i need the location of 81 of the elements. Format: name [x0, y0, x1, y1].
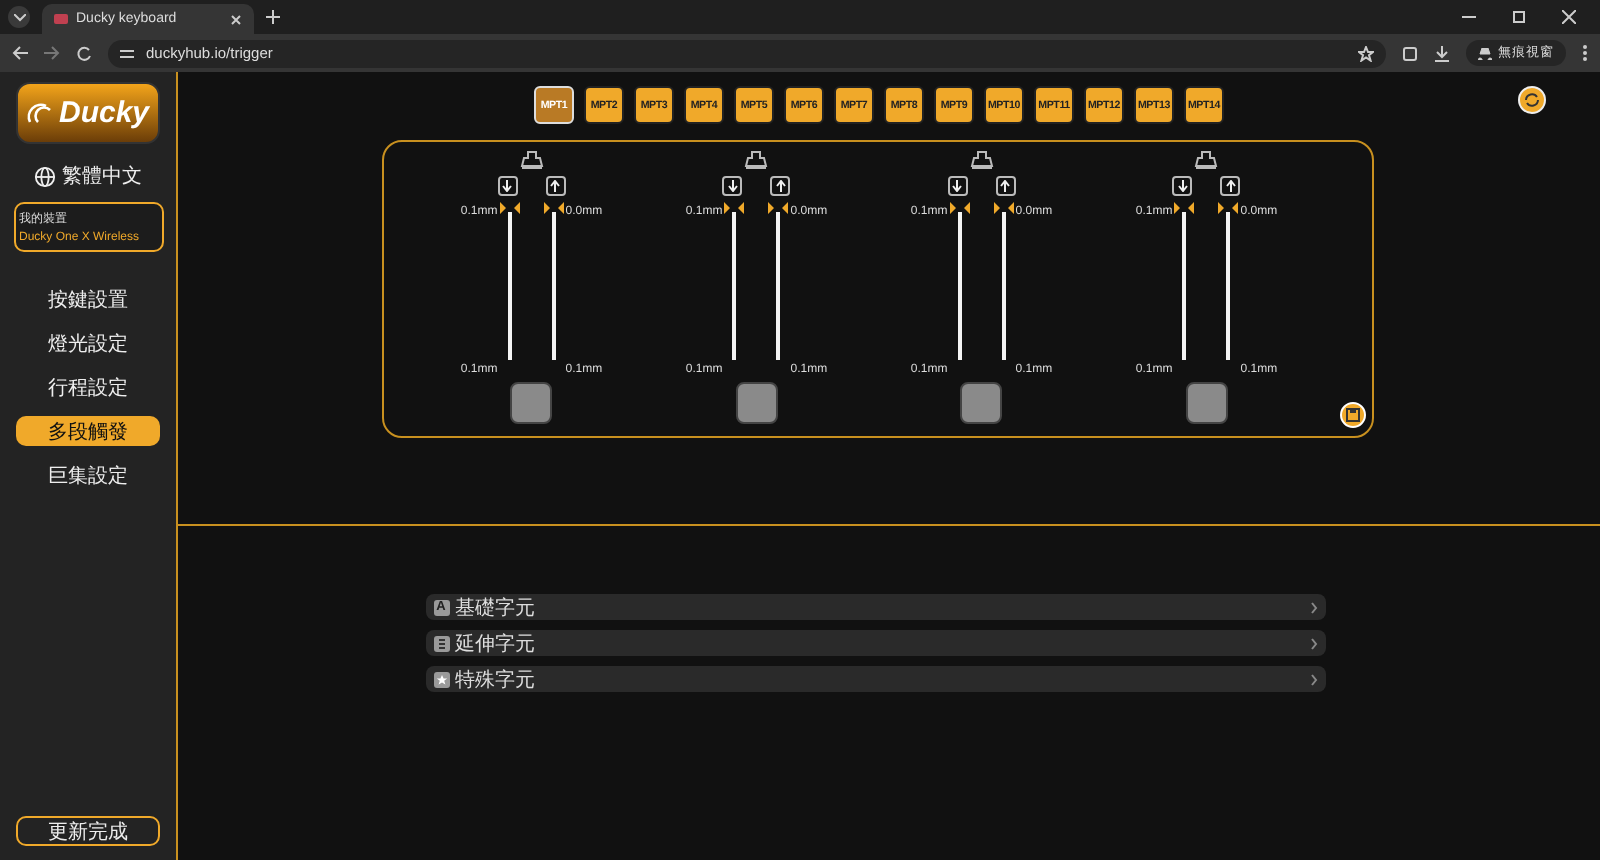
category-row[interactable]: 延伸字元 [425, 630, 1325, 656]
incognito-icon [1478, 47, 1492, 59]
arrow-down-icon [1177, 180, 1188, 192]
minimize-icon[interactable] [1462, 10, 1476, 24]
release-depth-button[interactable] [995, 176, 1016, 196]
arrow-up-icon [1225, 180, 1236, 192]
press-depth-button[interactable] [1172, 176, 1193, 196]
press-depth-button[interactable] [497, 176, 518, 196]
nav-item[interactable]: 巨集設定 [16, 460, 160, 490]
close-icon[interactable] [1562, 10, 1576, 24]
nav-item[interactable]: 按鍵設置 [16, 284, 160, 314]
wave-icon [26, 101, 55, 125]
update-button[interactable]: 更新完成 [16, 816, 160, 846]
category-label: 延伸字元 [455, 631, 537, 657]
marker-icon[interactable] [1174, 202, 1195, 214]
nav-item[interactable]: 多段觸發 [16, 416, 160, 446]
key-cap[interactable] [735, 382, 778, 424]
travel-slider[interactable] [957, 212, 962, 360]
release-depth-button[interactable] [545, 176, 566, 196]
close-icon[interactable] [230, 13, 242, 25]
travel-slider[interactable] [776, 212, 781, 360]
travel-slider[interactable] [507, 212, 512, 360]
key-switch-icon [969, 150, 994, 170]
marker-icon[interactable] [993, 202, 1014, 214]
refresh-button[interactable] [1518, 86, 1546, 114]
language-label[interactable]: 繁體中文 [62, 162, 142, 190]
key-switch-icon [1194, 150, 1219, 170]
chevron-icon [13, 13, 25, 21]
arrow-down-icon [727, 180, 738, 192]
marker-icon[interactable] [949, 202, 970, 214]
nav-item[interactable]: 燈光設定 [16, 328, 160, 358]
star-icon [433, 671, 449, 687]
menu-icon[interactable] [1582, 44, 1588, 62]
press-depth-button[interactable] [722, 176, 743, 196]
save-button[interactable] [1339, 402, 1365, 428]
category-label: 基礎字元 [455, 595, 537, 621]
marker-icon[interactable] [768, 202, 789, 214]
chevron-icon [1309, 601, 1317, 613]
restore-icon[interactable] [1512, 10, 1526, 24]
key-switch-icon [519, 150, 544, 170]
marker-icon[interactable] [724, 202, 745, 214]
key-cap[interactable] [1185, 382, 1228, 424]
nav-item[interactable]: 行程設定 [16, 372, 160, 402]
travel-slider[interactable] [1001, 212, 1006, 360]
travel-slider[interactable] [1226, 212, 1231, 360]
category-row[interactable]: 特殊字元 [425, 666, 1325, 692]
chevron-icon [1309, 673, 1317, 685]
arrow-down-icon [502, 180, 513, 192]
marker-icon[interactable] [499, 202, 520, 214]
refresh-icon [1524, 92, 1540, 108]
arrow-down-icon [952, 180, 963, 192]
travel-slider[interactable] [732, 212, 737, 360]
site-settings-icon [120, 47, 134, 59]
extensions-icon[interactable] [1402, 45, 1418, 61]
keyboard-icon [54, 14, 68, 24]
release-depth-button[interactable] [1220, 176, 1241, 196]
forward-icon[interactable] [44, 46, 60, 60]
key-cap[interactable] [510, 382, 553, 424]
back-icon[interactable] [12, 46, 28, 60]
marker-icon[interactable] [543, 202, 564, 214]
tab-list-button[interactable] [8, 6, 30, 28]
travel-slider[interactable] [1182, 212, 1187, 360]
arrow-up-icon [550, 180, 561, 192]
globe-icon[interactable] [34, 165, 56, 187]
travel-slider[interactable] [551, 212, 556, 360]
release-depth-button[interactable] [770, 176, 791, 196]
arrow-up-icon [775, 180, 786, 192]
chevron-icon [1309, 637, 1317, 649]
download-icon[interactable] [1434, 45, 1450, 61]
page-icon [433, 635, 449, 651]
save-icon [1345, 408, 1359, 422]
press-depth-button[interactable] [947, 176, 968, 196]
logo: Ducky [16, 82, 160, 144]
category-label: 特殊字元 [455, 667, 537, 693]
reload-icon[interactable] [76, 45, 92, 61]
arrow-up-icon [1000, 180, 1011, 192]
key-switch-icon [744, 150, 769, 170]
new-tab-icon[interactable] [266, 10, 280, 24]
star-icon[interactable] [1358, 45, 1374, 61]
marker-icon[interactable] [1218, 202, 1239, 214]
key-cap[interactable] [960, 382, 1003, 424]
